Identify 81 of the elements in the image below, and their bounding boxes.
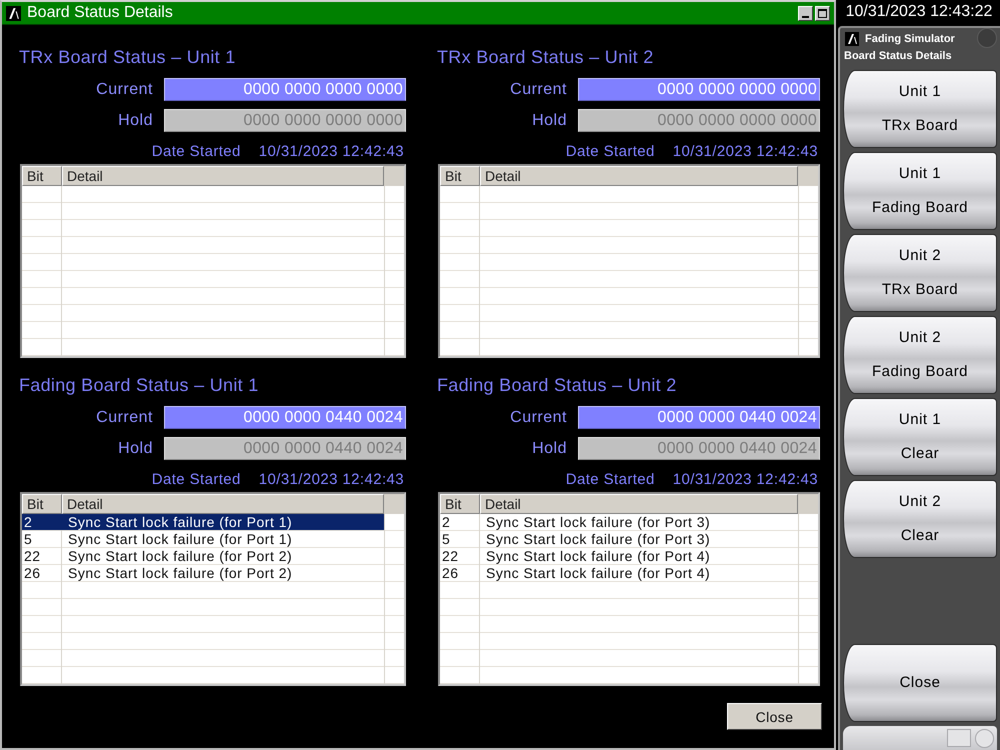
table-row[interactable]: 5 Sync Start lock failure (for Port 3): [440, 531, 798, 547]
maximize-icon: [818, 8, 827, 18]
side-button[interactable]: Unit 1 Fading Board: [843, 152, 997, 230]
field-label: Hold: [532, 112, 567, 130]
table-cell-text: 5: [441, 531, 452, 547]
current-value-field: 0000 0000 0440 0024: [578, 406, 820, 429]
section-title: TRx Board Status – Unit 1: [19, 47, 237, 67]
side-button[interactable]: Unit 2 TRx Board: [843, 234, 997, 312]
date-label: Date Started: [566, 472, 655, 488]
table-cell-text: Sync Start lock failure (for Port 3): [485, 514, 712, 530]
column-header[interactable]: Bit: [22, 494, 62, 514]
table-cell-text: 22: [441, 548, 460, 564]
table-row[interactable]: 26 Sync Start lock failure (for Port 4): [440, 565, 798, 581]
side-button[interactable]: Unit 2 Fading Board: [843, 316, 997, 394]
current-value-field: 0000 0000 0440 0024: [164, 406, 406, 429]
field-label: Hold: [532, 440, 567, 458]
table-cell-text: 26: [441, 565, 460, 581]
close-button[interactable]: Close: [727, 703, 822, 730]
window-title: Board Status Details: [27, 4, 173, 22]
column-header[interactable]: Bit: [440, 166, 480, 186]
table-cell-text: Sync Start lock failure (for Port 1): [67, 531, 294, 547]
table-row[interactable]: 2 Sync Start lock failure (for Port 3): [440, 514, 798, 530]
square-icon: [947, 729, 971, 747]
side-close-button[interactable]: Close: [843, 644, 997, 722]
field-label: Current: [510, 80, 567, 98]
table-cell-text: Sync Start lock failure (for Port 2): [67, 548, 294, 564]
field-label: Current: [96, 80, 153, 98]
field-label: Hold: [118, 440, 153, 458]
table-cell-text: Sync Start lock failure (for Port 1): [67, 514, 294, 530]
logo-icon: [6, 6, 21, 20]
table-cell-text: 2: [441, 514, 452, 530]
hold-value-field: 0000 0000 0000 0000: [578, 109, 820, 132]
column-header[interactable]: Detail: [62, 166, 384, 186]
table-cell-text: Sync Start lock failure (for Port 2): [67, 565, 294, 581]
section-title: Fading Board Status – Unit 2: [437, 375, 678, 395]
table-row[interactable]: 22 Sync Start lock failure (for Port 4): [440, 548, 798, 564]
date-label: Date Started: [152, 144, 241, 160]
current-value-field: 0000 0000 0000 0000: [164, 78, 406, 101]
section-title: TRx Board Status – Unit 2: [437, 47, 655, 67]
section-title: Fading Board Status – Unit 1: [19, 375, 260, 395]
table-row[interactable]: 2 Sync Start lock failure (for Port 1): [22, 514, 384, 530]
field-label: Current: [96, 408, 153, 426]
table-cell-text: Sync Start lock failure (for Port 4): [485, 548, 712, 564]
field-label: Hold: [118, 112, 153, 130]
maximize-button[interactable]: [815, 6, 830, 20]
table-cell-text: 26: [23, 565, 42, 581]
table-cell-text: 5: [23, 531, 34, 547]
date-label: Date Started: [152, 472, 241, 488]
hold-value-field: 0000 0000 0440 0024: [164, 437, 406, 460]
clock: 10/31/2023 12:43:22: [844, 2, 994, 22]
date-value: 10/31/2023 12:42:43: [672, 472, 818, 488]
circle-icon: [977, 28, 997, 48]
column-header[interactable]: Detail: [480, 494, 798, 514]
logo-icon: [845, 32, 859, 46]
column-header[interactable]: Bit: [22, 166, 62, 186]
hold-value-field: 0000 0000 0440 0024: [578, 437, 820, 460]
date-value: 10/31/2023 12:42:43: [258, 472, 404, 488]
date-value: 10/31/2023 12:42:43: [258, 144, 404, 160]
current-value-field: 0000 0000 0000 0000: [578, 78, 820, 101]
date-label: Date Started: [566, 144, 655, 160]
date-value: 10/31/2023 12:42:43: [672, 144, 818, 160]
minimize-icon: [802, 16, 809, 18]
table-cell-text: 22: [23, 548, 42, 564]
app-name: Fading Simulator: [865, 33, 955, 45]
table-cell-text: 2: [23, 514, 34, 530]
table-row[interactable]: 5 Sync Start lock failure (for Port 1): [22, 531, 384, 547]
column-header[interactable]: Bit: [440, 494, 480, 514]
hold-value-field: 0000 0000 0000 0000: [164, 109, 406, 132]
column-header[interactable]: Detail: [62, 494, 384, 514]
screen-name: Board Status Details: [844, 50, 953, 62]
side-button[interactable]: Unit 1 Clear: [843, 398, 997, 476]
minimize-button[interactable]: [798, 6, 813, 20]
side-button[interactable]: Unit 1 TRx Board: [843, 70, 997, 148]
side-button[interactable]: Unit 2 Clear: [843, 480, 997, 558]
column-header[interactable]: Detail: [480, 166, 798, 186]
circle-icon: [975, 728, 994, 748]
table-row[interactable]: 26 Sync Start lock failure (for Port 2): [22, 565, 384, 581]
table-row[interactable]: 22 Sync Start lock failure (for Port 2): [22, 548, 384, 564]
field-label: Current: [510, 408, 567, 426]
table-cell-text: Sync Start lock failure (for Port 4): [485, 565, 712, 581]
table-cell-text: Sync Start lock failure (for Port 3): [485, 531, 712, 547]
